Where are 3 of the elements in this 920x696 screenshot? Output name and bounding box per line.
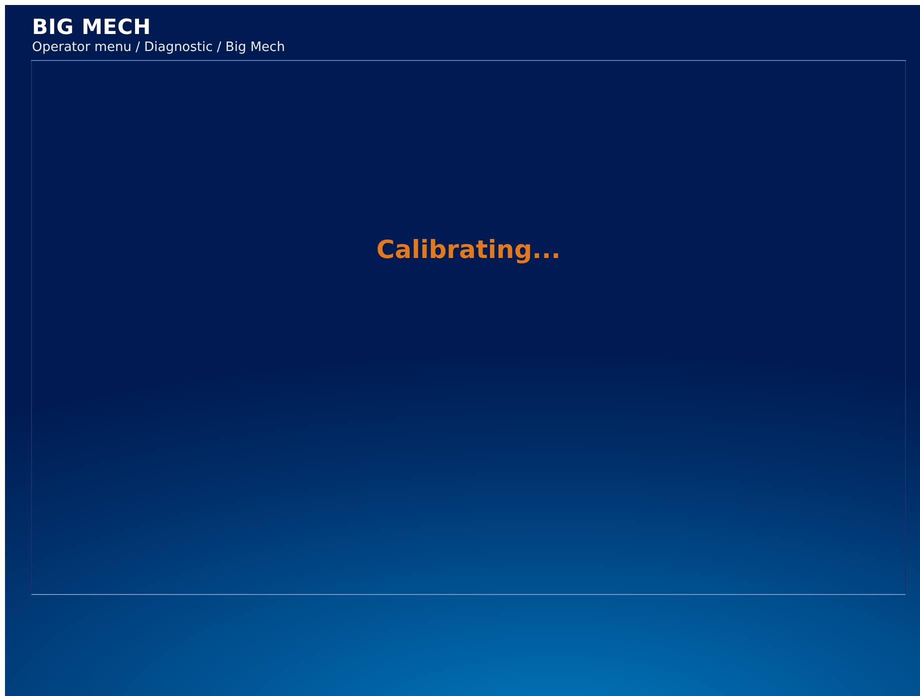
- screen-title: BIG MECH: [32, 15, 152, 39]
- breadcrumb: Operator menu / Diagnostic / Big Mech: [32, 39, 286, 56]
- status-message: Calibrating...: [376, 234, 561, 266]
